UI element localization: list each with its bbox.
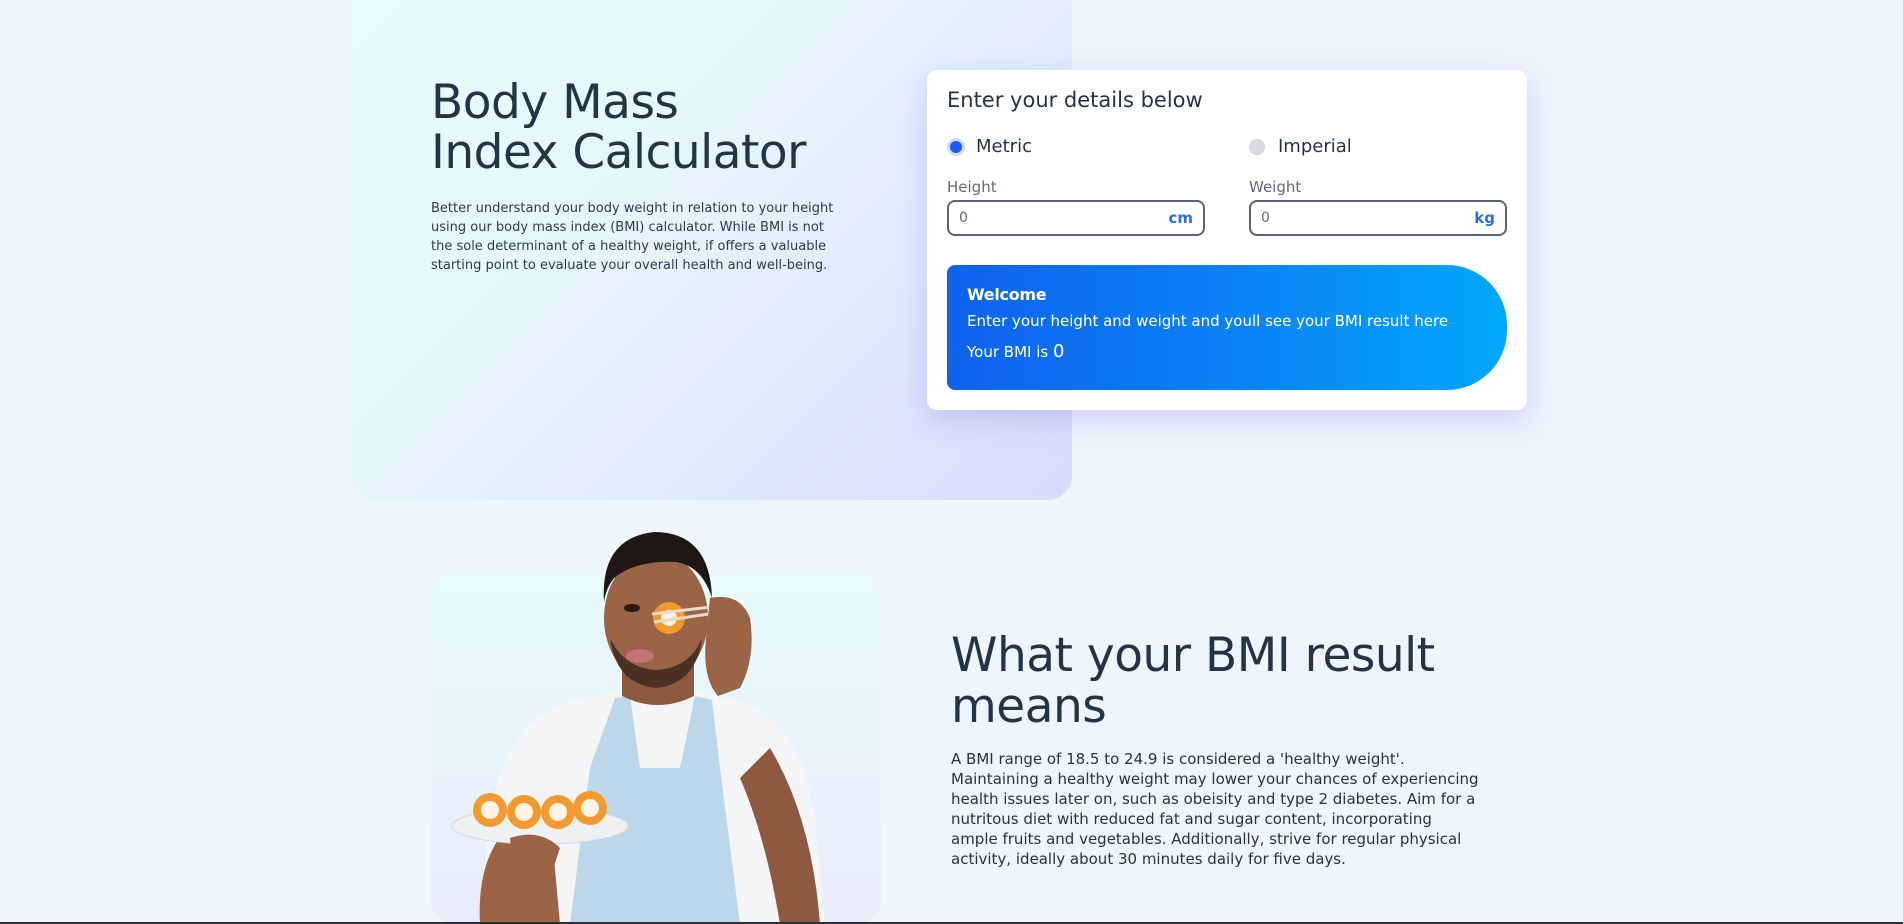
tongue-shape — [626, 649, 654, 663]
calculator-title: Enter your details below — [947, 88, 1203, 112]
weight-field[interactable]: kg — [1249, 200, 1507, 236]
bmi-result-panel: Welcome Enter your height and weight and… — [947, 265, 1507, 390]
result-bmi: Your BMI is 0 — [967, 341, 1487, 362]
weight-unit: kg — [1474, 209, 1495, 227]
height-unit: cm — [1168, 209, 1193, 227]
hero-description: Better understand your body weight in re… — [431, 201, 834, 273]
page-title-line2: Index Calculator — [431, 125, 807, 180]
imperial-radio-label[interactable]: Imperial — [1278, 136, 1352, 157]
section-description: A BMI range of 18.5 to 24.9 is considere… — [951, 750, 1479, 868]
bmi-value: 0 — [1052, 341, 1065, 362]
eye-shape — [624, 604, 640, 612]
page-title-line1: Body Mass — [431, 75, 679, 130]
height-label: Height — [947, 178, 997, 196]
page-title: Body Mass Index Calculator — [431, 78, 891, 178]
result-bmi-prefix: Your BMI is — [967, 343, 1053, 361]
man-eating-sushi-image — [451, 532, 825, 924]
weight-input[interactable] — [1251, 210, 1475, 226]
raised-hand — [705, 596, 752, 696]
imperial-radio[interactable]: Imperial — [1249, 136, 1352, 157]
imperial-radio-indicator[interactable] — [1249, 138, 1265, 155]
metric-radio-indicator[interactable] — [947, 137, 965, 156]
result-message: Enter your height and weight and youll s… — [967, 312, 1449, 330]
height-input[interactable] — [949, 210, 1169, 226]
bmi-calculator-card: Enter your details below Metric Imperial… — [927, 70, 1527, 410]
metric-radio[interactable]: Metric — [947, 136, 1032, 157]
result-title: Welcome — [967, 285, 1047, 304]
weight-label: Weight — [1249, 178, 1302, 196]
section-title: What your BMI result means — [951, 628, 1435, 734]
height-field[interactable]: cm — [947, 200, 1205, 236]
metric-radio-label[interactable]: Metric — [976, 136, 1032, 157]
